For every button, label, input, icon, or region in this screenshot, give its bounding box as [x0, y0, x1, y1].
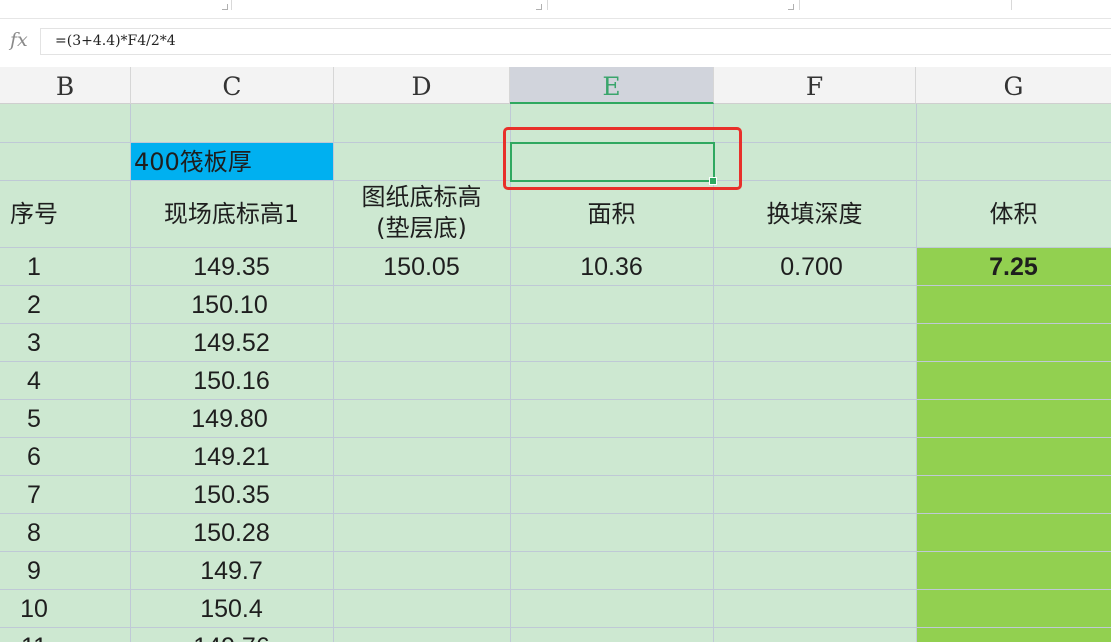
cell-fill-depth[interactable]: 0.700 — [713, 247, 910, 285]
cell-index[interactable]: 5 — [0, 399, 68, 437]
cell-site-elevation[interactable]: 149.21 — [130, 437, 333, 475]
toolbar-segment — [547, 0, 800, 10]
header-line: (垫层底) — [376, 214, 467, 242]
column-header-c[interactable]: C — [131, 67, 334, 104]
toolbar-segment — [0, 0, 232, 10]
column-header-e[interactable]: E — [510, 67, 714, 104]
header-drawing-bottom-elevation[interactable]: 图纸底标高 (垫层底) — [333, 182, 510, 246]
fx-icon[interactable]: fx — [10, 29, 28, 51]
cell-site-elevation[interactable]: 150.16 — [130, 361, 333, 399]
cell-index[interactable]: 10 — [0, 589, 68, 627]
column-header-b[interactable]: B — [0, 67, 131, 104]
header-line: 图纸底标高 — [361, 183, 482, 211]
cell-index[interactable]: 7 — [0, 475, 68, 513]
cell-index[interactable]: 4 — [0, 361, 68, 399]
cell-index[interactable]: 3 — [0, 323, 68, 361]
cell-volume[interactable]: 7.25 — [916, 247, 1111, 285]
cell-site-elevation[interactable]: 149.76 — [130, 627, 333, 642]
cell-area[interactable]: 10.36 — [510, 247, 713, 285]
cell-site-elevation[interactable]: 150.10 — [130, 285, 329, 323]
callout-highlight — [503, 127, 742, 190]
cell-site-elevation[interactable]: 150.28 — [130, 513, 333, 551]
cell-index[interactable]: 6 — [0, 437, 68, 475]
cell-site-elevation[interactable]: 149.7 — [130, 551, 333, 589]
dialog-launcher-icon[interactable] — [222, 4, 228, 10]
cell-index[interactable]: 8 — [0, 513, 68, 551]
header-index[interactable]: 序号 — [0, 180, 68, 247]
cell-site-elevation[interactable]: 149.35 — [130, 247, 333, 285]
cell-site-elevation[interactable]: 150.35 — [130, 475, 333, 513]
dialog-launcher-icon[interactable] — [536, 4, 542, 10]
cell-index[interactable]: 1 — [0, 247, 68, 285]
column-header-f[interactable]: F — [714, 67, 916, 104]
volume-column-fill — [916, 247, 1111, 642]
cell-drawing-elevation[interactable]: 150.05 — [333, 247, 510, 285]
column-header-d[interactable]: D — [334, 67, 510, 104]
header-volume[interactable]: 体积 — [916, 180, 1111, 247]
formula-bar: fx =(3+4.4)*F4/2*4 — [0, 26, 1111, 58]
header-fill-depth[interactable]: 换填深度 — [713, 180, 916, 247]
cell-site-elevation[interactable]: 150.4 — [130, 589, 333, 627]
dialog-launcher-icon[interactable] — [788, 4, 794, 10]
column-header-g[interactable]: G — [916, 67, 1111, 104]
cell-index[interactable]: 9 — [0, 551, 68, 589]
toolbar-segment — [799, 0, 1012, 10]
formula-input[interactable]: =(3+4.4)*F4/2*4 — [40, 28, 1111, 55]
header-area[interactable]: 面积 — [510, 180, 713, 247]
cell-site-elevation[interactable]: 149.80 — [130, 399, 329, 437]
toolbar-segment — [231, 0, 548, 10]
toolbar-strip — [0, 0, 1111, 19]
cell-index[interactable]: 2 — [0, 285, 68, 323]
slab-thickness-label[interactable]: 400筏板厚 — [134, 142, 334, 180]
header-site-bottom-elevation[interactable]: 现场底标高1 — [130, 180, 333, 247]
cell-site-elevation[interactable]: 149.52 — [130, 323, 333, 361]
cell-index[interactable]: 11 — [0, 627, 68, 642]
